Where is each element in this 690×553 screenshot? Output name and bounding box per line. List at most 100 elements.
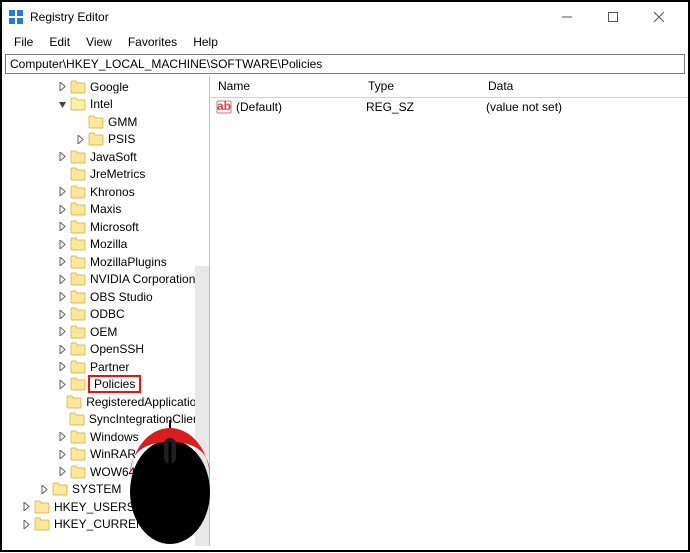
list-pane[interactable]: Name Type Data ab(Default)REG_SZ(value n… [210,76,688,546]
chevron-right-icon[interactable] [56,273,68,285]
folder-icon [88,132,104,146]
folder-icon [70,167,86,181]
value-name: (Default) [236,100,282,114]
tree-item-label: ODBC [90,307,125,321]
chevron-right-icon[interactable] [56,151,68,163]
expander-spacer [74,116,86,128]
tree-item[interactable]: WinRAR [2,446,209,464]
tree-item-label: MozillaPlugins [90,255,167,269]
tree-item[interactable]: GMM [2,113,209,131]
app-icon [8,9,24,25]
chevron-right-icon[interactable] [56,203,68,215]
list-row[interactable]: ab(Default)REG_SZ(value not set) [210,98,688,116]
col-header-type[interactable]: Type [360,76,480,97]
tree-item[interactable]: MozillaPlugins [2,253,209,271]
value-type: REG_SZ [366,100,486,114]
chevron-right-icon[interactable] [56,186,68,198]
folder-icon [70,360,86,374]
folder-icon [70,255,86,269]
tree-item[interactable]: OpenSSH [2,341,209,359]
folder-icon [70,377,86,391]
folder-icon [70,202,86,216]
chevron-right-icon[interactable] [74,133,86,145]
tree-item[interactable]: OBS Studio [2,288,209,306]
chevron-right-icon[interactable] [56,343,68,355]
menubar: File Edit View Favorites Help [2,32,688,52]
tree-item[interactable]: Khronos [2,183,209,201]
tree-item[interactable]: PSIS [2,131,209,149]
address-path: Computer\HKEY_LOCAL_MACHINE\SOFTWARE\Pol… [10,57,322,71]
folder-icon [52,482,68,496]
col-header-data[interactable]: Data [480,76,688,97]
close-button[interactable] [636,2,682,32]
minimize-button[interactable] [544,2,590,32]
chevron-right-icon[interactable] [20,518,32,530]
folder-icon [70,185,86,199]
folder-icon [88,115,104,129]
chevron-right-icon[interactable] [56,431,68,443]
tree-item[interactable]: Partner [2,358,209,376]
tree-item[interactable]: Windows [2,428,209,446]
chevron-right-icon[interactable] [56,326,68,338]
chevron-right-icon[interactable] [20,501,32,513]
folder-icon [70,150,86,164]
tree-item-label: RegisteredApplications [86,395,209,409]
tree-item[interactable]: HKEY_USERS [2,498,209,516]
value-data: (value not set) [486,100,688,114]
window-title: Registry Editor [30,10,544,24]
folder-icon [70,307,86,321]
tree-item[interactable]: Intel [2,96,209,114]
tree-item-label: Windows [90,430,139,444]
folder-icon [70,465,86,479]
tree-item[interactable]: SYSTEM [2,481,209,499]
tree-item-label: GMM [108,115,137,129]
tree-item[interactable]: Policies [2,376,209,394]
tree-item-label: Microsoft [90,220,139,234]
chevron-right-icon[interactable] [56,238,68,250]
chevron-right-icon[interactable] [56,256,68,268]
chevron-down-icon[interactable] [56,98,68,110]
folder-icon [34,500,50,514]
menu-favorites[interactable]: Favorites [120,33,185,51]
tree-item[interactable]: NVIDIA Corporation [2,271,209,289]
chevron-right-icon[interactable] [56,291,68,303]
tree-item[interactable]: OEM [2,323,209,341]
tree-item[interactable]: Maxis [2,201,209,219]
tree-item-label: OEM [90,325,117,339]
tree-item-label: HKEY_CURRENT_CONFIG [54,517,205,531]
chevron-right-icon[interactable] [56,308,68,320]
tree-item[interactable]: ODBC [2,306,209,324]
chevron-right-icon[interactable] [56,361,68,373]
chevron-right-icon[interactable] [56,81,68,93]
tree-scrollbar[interactable] [195,266,209,546]
tree-item[interactable]: Google [2,78,209,96]
tree-pane[interactable]: GoogleIntel GMM PSISJavaSoftJreMetricsKhro… [2,76,210,546]
tree-item-label: SyncIntegrationClients [89,412,209,426]
tree-item[interactable]: Microsoft [2,218,209,236]
tree-item[interactable]: RegisteredApplications [2,393,209,411]
chevron-right-icon[interactable] [56,221,68,233]
folder-icon [70,80,86,94]
chevron-right-icon[interactable] [38,483,50,495]
chevron-right-icon[interactable] [56,466,68,478]
chevron-right-icon[interactable] [56,378,68,390]
tree-item[interactable]: HKEY_CURRENT_CONFIG [2,516,209,534]
menu-edit[interactable]: Edit [41,33,78,51]
tree-item[interactable]: WOW6432Node [2,463,209,481]
menu-file[interactable]: File [6,33,41,51]
list-header: Name Type Data [210,76,688,98]
col-header-name[interactable]: Name [210,76,360,97]
menu-view[interactable]: View [78,33,120,51]
tree-item[interactable]: Mozilla [2,236,209,254]
maximize-button[interactable] [590,2,636,32]
expander-spacer [56,413,67,425]
tree-item[interactable]: JreMetrics [2,166,209,184]
tree-item[interactable]: SyncIntegrationClients [2,411,209,429]
tree-item-label: Intel [90,97,113,111]
chevron-right-icon[interactable] [56,448,68,460]
tree-item[interactable]: JavaSoft [2,148,209,166]
tree-item-label: OpenSSH [90,342,144,356]
address-bar[interactable]: Computer\HKEY_LOCAL_MACHINE\SOFTWARE\Pol… [5,54,685,74]
folder-icon [69,412,85,426]
menu-help[interactable]: Help [185,33,226,51]
